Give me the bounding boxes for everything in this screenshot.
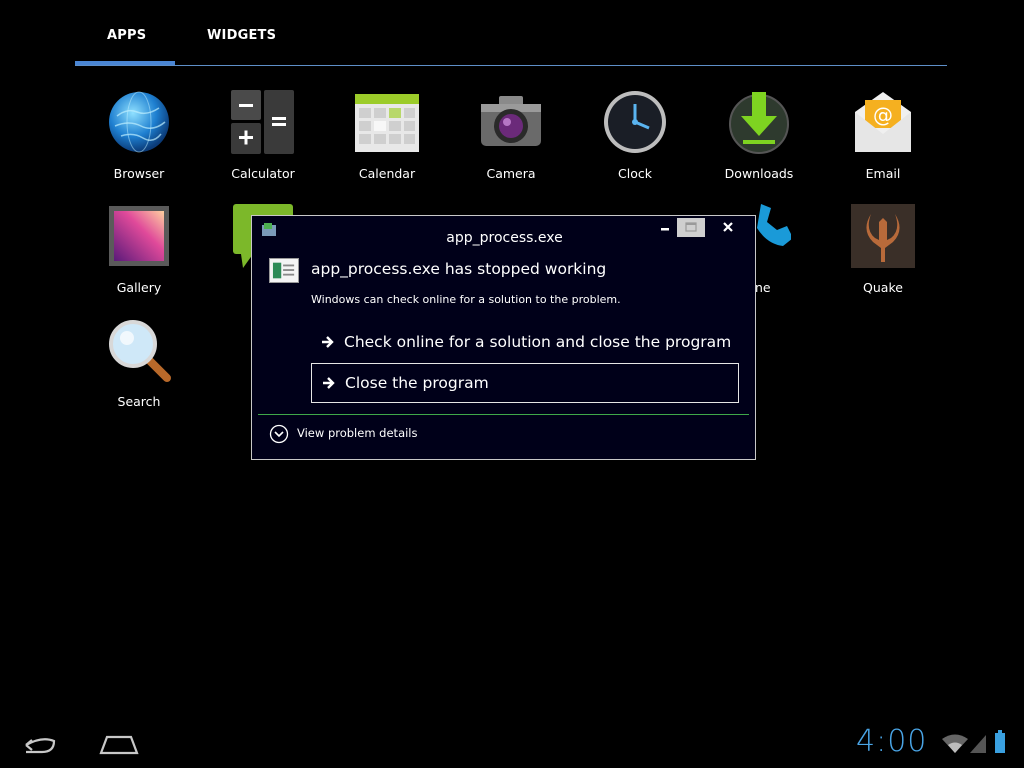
app-calendar[interactable]: Calendar xyxy=(332,90,442,194)
app-label: Gallery xyxy=(116,280,162,295)
app-downloads[interactable]: Downloads xyxy=(704,90,814,194)
app-browser[interactable]: Browser xyxy=(84,90,194,194)
chevron-down-icon xyxy=(269,424,289,444)
app-gallery[interactable]: Gallery xyxy=(84,204,194,308)
status-clock: 4:00 xyxy=(856,724,928,759)
arrow-right-icon xyxy=(322,336,334,348)
app-label: Downloads xyxy=(724,166,794,181)
app-label: Browser xyxy=(113,166,165,181)
arrow-right-icon xyxy=(323,377,335,389)
app-quake[interactable]: Quake xyxy=(828,204,938,308)
quake-icon xyxy=(851,204,915,268)
calculator-icon xyxy=(231,90,294,154)
close-icon[interactable] xyxy=(706,218,750,237)
app-search[interactable]: Search xyxy=(84,318,194,422)
battery-icon xyxy=(995,730,1005,753)
gallery-icon xyxy=(109,206,169,266)
option-label: Check online for a solution and close th… xyxy=(344,333,732,351)
app-label: Quake xyxy=(863,280,903,295)
calendar-icon xyxy=(355,94,419,152)
maximize-button[interactable] xyxy=(677,218,705,237)
camera-icon xyxy=(481,96,541,146)
option-label: Close the program xyxy=(345,374,489,392)
search-icon xyxy=(109,320,171,382)
dialog-heading: app_process.exe has stopped working xyxy=(311,260,607,278)
app-label: Calculator xyxy=(231,166,295,181)
dialog-separator xyxy=(258,414,749,415)
back-icon[interactable] xyxy=(20,732,58,758)
tab-bar: APPS WIDGETS xyxy=(75,0,947,68)
svg-text:@: @ xyxy=(873,103,893,127)
app-label: Clock xyxy=(618,166,652,181)
tab-widgets[interactable]: WIDGETS xyxy=(207,28,276,43)
app-label: Calendar xyxy=(358,166,416,181)
wifi-icon xyxy=(942,734,968,753)
check-online-button[interactable]: Check online for a solution and close th… xyxy=(311,323,739,363)
minimize-button[interactable] xyxy=(654,218,676,237)
signal-icon xyxy=(970,735,986,753)
app-clock[interactable]: Clock xyxy=(580,90,690,194)
clock-icon xyxy=(604,91,666,153)
browser-icon xyxy=(109,91,169,153)
home-icon[interactable] xyxy=(99,733,139,755)
details-label: View problem details xyxy=(297,426,418,440)
tab-apps[interactable]: APPS xyxy=(107,28,146,43)
error-dialog: app_process.exe app_process.exe has stop… xyxy=(251,215,756,460)
app-label: Camera xyxy=(486,166,536,181)
tab-divider xyxy=(75,65,947,66)
app-camera[interactable]: Camera xyxy=(456,90,566,194)
program-icon xyxy=(269,258,299,283)
app-label: Email xyxy=(865,166,901,181)
email-icon: @ xyxy=(855,92,911,152)
dialog-subtext: Windows can check online for a solution … xyxy=(311,293,621,306)
download-icon xyxy=(729,92,789,154)
app-calculator[interactable]: Calculator xyxy=(208,90,318,194)
app-label: Search xyxy=(117,394,161,409)
close-program-button[interactable]: Close the program xyxy=(311,363,739,403)
app-email[interactable]: @ Email xyxy=(828,90,938,194)
